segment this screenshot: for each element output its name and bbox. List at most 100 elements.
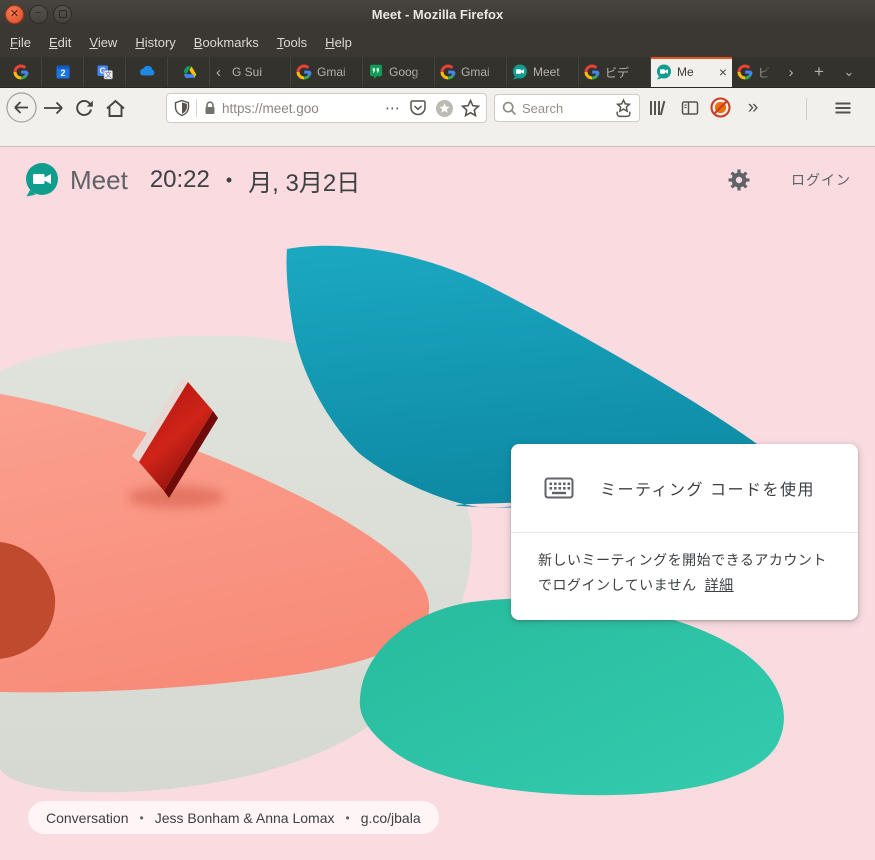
tab-label: Goog (389, 65, 429, 79)
pinned-tab-translate[interactable]: G 文 (84, 57, 126, 87)
tab-google-video-2[interactable]: ビ (732, 57, 778, 87)
tab-meet-active[interactable]: Me × (651, 57, 732, 87)
nav-toolbar: https://meet.goo ⋯ (0, 88, 875, 147)
tab-close-icon[interactable]: × (719, 64, 727, 80)
meet-icon (656, 64, 672, 80)
use-meeting-code-button[interactable]: ミーティング コードを使用 (511, 444, 858, 533)
menu-file[interactable]: File (1, 30, 40, 55)
tab-label: ビ (758, 64, 773, 81)
menu-help[interactable]: Help (316, 30, 361, 55)
maximize-icon (59, 10, 67, 18)
google-g-icon (440, 64, 456, 80)
meeting-code-card: ミーティング コードを使用 新しいミーティングを開始できるアカウントでログインし… (511, 444, 858, 620)
window-close-button[interactable]: ✕ (5, 5, 24, 24)
tab-label: Gmai (461, 65, 501, 79)
separator-dot: • (345, 811, 349, 825)
star-tray-icon (613, 98, 634, 119)
blocked-extension-button[interactable] (707, 94, 733, 120)
tracking-protection-shield-icon (173, 99, 191, 117)
menu-edit[interactable]: Edit (40, 30, 80, 55)
hamburger-icon (834, 99, 852, 117)
blocked-orange-ball-icon (709, 96, 732, 119)
bookmark-star-icon[interactable] (461, 99, 480, 118)
page-content: Meet 20:22 • 月, 3月2日 ログイン (0, 147, 875, 860)
sidebar-toggle-button[interactable] (677, 95, 703, 121)
tab-label: Gmai (317, 65, 357, 79)
tab-meet-1[interactable]: Meet (507, 57, 579, 87)
back-icon (6, 92, 37, 123)
caption-pill: Conversation • Jess Bonham & Anna Lomax … (28, 801, 439, 834)
tab-gsuite[interactable]: G Sui (227, 57, 291, 87)
forward-button[interactable] (42, 96, 66, 120)
onedrive-cloud-icon (138, 63, 156, 81)
browser-window: ✕ − Meet - Mozilla Firefox File Edit Vie… (0, 0, 875, 860)
caption-authors: Jess Bonham & Anna Lomax (155, 810, 335, 826)
card-title: ミーティング コードを使用 (600, 476, 815, 500)
details-link[interactable]: 詳細 (705, 577, 734, 593)
login-button[interactable]: ログイン (791, 170, 851, 190)
toolbar-overflow-icon[interactable]: » (740, 95, 766, 121)
tab-google-video-1[interactable]: ビデ (579, 57, 651, 87)
meet-icon (512, 64, 528, 80)
tab-scroll-left-icon[interactable]: ‹ (210, 57, 227, 87)
reload-icon (73, 97, 95, 119)
pocket-icon[interactable] (408, 98, 428, 118)
tab-gmail-1[interactable]: Gmai (291, 57, 363, 87)
minimize-icon: − (35, 8, 41, 19)
google-drive-icon (181, 64, 197, 80)
current-time: 20:22 (150, 166, 210, 194)
page-actions-icon[interactable]: ⋯ (385, 99, 401, 117)
bookmarks-menu-button[interactable] (610, 95, 636, 121)
divider (196, 99, 197, 117)
pinned-tab-google[interactable] (0, 57, 42, 87)
google-g-icon (584, 64, 600, 80)
titlebar: ✕ − Meet - Mozilla Firefox (0, 0, 875, 28)
pinned-tab-calendar[interactable]: 2 (42, 57, 84, 87)
tab-label: ビデ (605, 64, 645, 81)
url-bar[interactable]: https://meet.goo ⋯ (166, 93, 487, 123)
divider (806, 98, 807, 120)
library-books-icon (647, 98, 667, 118)
menu-tools[interactable]: Tools (268, 30, 316, 55)
back-button[interactable] (6, 92, 37, 123)
url-text: https://meet.goo (222, 101, 385, 116)
forward-icon (42, 96, 66, 120)
google-translate-icon: G 文 (97, 64, 113, 80)
window-minimize-button[interactable]: − (29, 5, 48, 24)
google-g-icon (13, 64, 29, 80)
new-tab-button[interactable]: + (804, 57, 834, 87)
caption-type: Conversation (46, 810, 129, 826)
pinned-tab-drive[interactable] (168, 57, 210, 87)
sidebar-icon (680, 98, 700, 118)
list-all-tabs-icon[interactable]: ⌄ (834, 57, 864, 87)
window-maximize-button[interactable] (53, 5, 72, 24)
menu-bookmarks[interactable]: Bookmarks (185, 30, 268, 55)
current-date: 月, 3月2日 (248, 163, 360, 198)
circled-star-icon[interactable] (435, 99, 454, 118)
app-menu-button[interactable] (830, 95, 856, 121)
tab-gmail-2[interactable]: Gmai (435, 57, 507, 87)
separator-dot: • (226, 170, 232, 191)
keyboard-icon (544, 476, 574, 500)
svg-text:文: 文 (104, 70, 111, 79)
menu-history[interactable]: History (126, 30, 184, 55)
search-input[interactable] (522, 101, 622, 116)
prism-shadow (128, 486, 224, 508)
home-icon (104, 97, 127, 120)
google-calendar-icon: 2 (55, 64, 71, 80)
pinned-tab-onedrive[interactable] (126, 57, 168, 87)
turquoise-blob (360, 598, 784, 795)
settings-gear-icon[interactable] (727, 168, 751, 192)
library-button[interactable] (644, 95, 670, 121)
tab-hangouts[interactable]: Goog (363, 57, 435, 87)
close-icon: ✕ (10, 9, 19, 20)
menu-view[interactable]: View (80, 30, 126, 55)
google-g-icon (737, 64, 753, 80)
reload-button[interactable] (72, 96, 96, 120)
svg-text:2: 2 (60, 68, 65, 78)
tab-label: Me (677, 65, 715, 79)
tab-scroll-right-icon[interactable]: › (778, 57, 804, 87)
separator-dot: • (140, 811, 144, 825)
menubar: File Edit View History Bookmarks Tools H… (0, 28, 875, 57)
home-button[interactable] (103, 96, 127, 120)
